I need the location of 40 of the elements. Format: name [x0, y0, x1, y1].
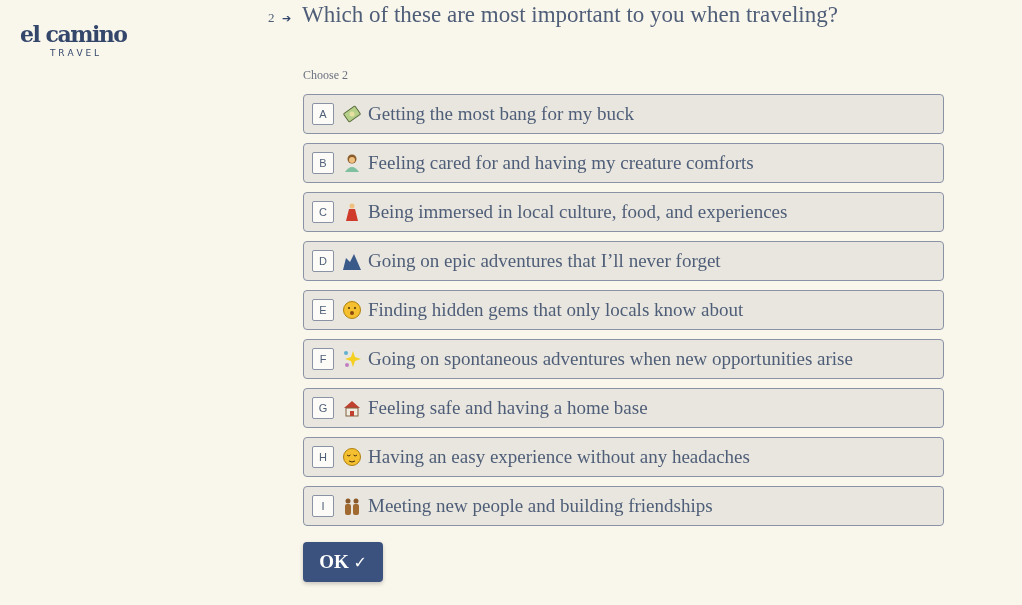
arrow-icon: ➔ — [282, 12, 302, 25]
choice-option[interactable]: B Feeling cared for and having my creature comforts — [303, 143, 944, 183]
option-label: Being immersed in local culture, food, and experiences — [368, 201, 788, 223]
key-hint: A — [312, 103, 334, 125]
smiling-face-icon — [342, 447, 362, 467]
option-label: Having an easy experience without any headaches — [368, 446, 750, 468]
key-hint: I — [312, 495, 334, 517]
option-label: Going on spontaneous adventures when new opportunities arise — [368, 348, 853, 370]
option-label: Getting the most bang for my buck — [368, 103, 634, 125]
option-label: Feeling cared for and having my creature comforts — [368, 152, 754, 174]
choice-option[interactable]: A Getting the most bang for my buck — [303, 94, 944, 134]
option-label: Meeting new people and building friendships — [368, 495, 713, 517]
choice-option[interactable]: D Going on epic adventures that I’ll never forget — [303, 241, 944, 281]
logo: el camino — [20, 22, 127, 46]
choice-option[interactable]: G Feeling safe and having a home base — [303, 388, 944, 428]
choice-option[interactable]: E Finding hidden gems that only locals know about — [303, 290, 944, 330]
choice-option[interactable]: H Having an easy experience without any headaches — [303, 437, 944, 477]
question-number: 2 — [268, 10, 276, 26]
house-icon — [342, 398, 362, 418]
option-label: Feeling safe and having a home base — [368, 397, 648, 419]
person-icon — [342, 153, 362, 173]
key-hint: E — [312, 299, 334, 321]
key-hint: F — [312, 348, 334, 370]
ok-button[interactable]: OK ✓ — [303, 542, 383, 582]
key-hint: G — [312, 397, 334, 419]
choice-option[interactable]: F Going on spontaneous adventures when new opportunities arise — [303, 339, 944, 379]
option-label: Finding hidden gems that only locals know about — [368, 299, 744, 321]
choice-option[interactable]: I Meeting new people and building friendships — [303, 486, 944, 526]
sparkles-icon — [342, 349, 362, 369]
face-icon — [342, 300, 362, 320]
option-label: Going on epic adventures that I’ll never forget — [368, 250, 721, 272]
key-hint: H — [312, 446, 334, 468]
key-hint: D — [312, 250, 334, 272]
people-icon — [342, 496, 362, 516]
key-hint: C — [312, 201, 334, 223]
question-text: Which of these are most important to you when traveling? — [302, 2, 838, 28]
logo-tagline: T R A V E L — [50, 48, 100, 58]
choice-option[interactable]: C Being immersed in local culture, food, and experiences — [303, 192, 944, 232]
hint-text: Choose 2 — [303, 68, 349, 84]
key-hint: B — [312, 152, 334, 174]
